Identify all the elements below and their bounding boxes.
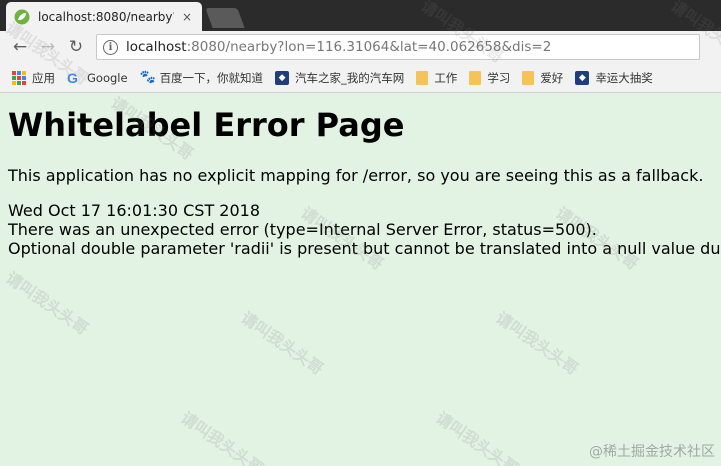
tab-title: localhost:8080/nearby? [38,9,174,24]
folder-icon [469,70,482,85]
bookmark-baidu[interactable]: 🐾 百度一下，你就知道 [140,70,264,86]
bookmark-apps[interactable]: 应用 [12,70,55,86]
watermark: 请叫我头头哥 [237,307,327,379]
forward-button[interactable]: → [34,33,62,61]
url-text[interactable]: localhost:8080/nearby?lon=116.31064&lat=… [126,39,551,55]
bookmark-label: Google [87,70,128,85]
back-button[interactable]: ← [6,33,34,61]
error-message: There was an unexpected error (type=Inte… [8,220,597,239]
bookmark-autohome[interactable]: ◆ 汽车之家_我的汽车网 [275,70,404,86]
browser-tab[interactable]: localhost:8080/nearby? × [6,2,202,31]
watermark: 请叫我头头哥 [432,407,522,466]
corner-watermark: @稀土掘金技术社区 [589,444,715,460]
autohome-icon: ◆ [275,70,290,85]
error-explanation: This application has no explicit mapping… [8,166,704,185]
bookmark-lucky-draw[interactable]: ◆ 幸运大抽奖 [575,70,653,86]
page-title: Whitelabel Error Page [8,106,405,144]
address-bar[interactable]: i localhost:8080/nearby?lon=116.31064&la… [96,34,700,60]
site-info-icon[interactable]: i [103,39,118,55]
page-content: Whitelabel Error Page This application h… [0,106,721,258]
browser-toolbar: ← → ↻ i localhost:8080/nearby?lon=116.31… [0,31,721,63]
bookmark-label: 汽车之家_我的汽车网 [295,70,405,85]
bookmarks-bar: 应用 G Google 🐾 百度一下，你就知道 ◆ 汽车之家_我的汽车网 工作 … [0,63,721,93]
url-host: localhost [126,39,187,55]
error-timestamp: Wed Oct 17 16:01:30 CST 2018 [8,201,261,220]
bookmark-google[interactable]: G Google [67,71,128,85]
bookmark-label: 幸运大抽奖 [595,70,653,85]
spring-leaf-icon [14,9,30,25]
tab-strip: localhost:8080/nearby? × [0,0,721,31]
bookmark-label: 百度一下，你就知道 [159,70,264,85]
bookmark-folder-hobby[interactable]: 爱好 [522,70,563,86]
url-path: :8080/nearby?lon=116.31064&lat=40.062658… [186,39,552,55]
baidu-paw-icon: 🐾 [139,69,156,85]
folder-icon [522,70,535,85]
bookmark-label: 工作 [434,70,458,85]
watermark: 请叫我头头哥 [2,267,92,339]
watermark: 请叫我头头哥 [492,307,582,379]
apps-icon [12,70,26,85]
error-details: Wed Oct 17 16:01:30 CST 2018 There was a… [8,201,721,258]
google-icon: G [67,69,78,86]
bookmark-label: 爱好 [540,70,564,85]
watermark: 请叫我头头哥 [177,407,267,466]
bookmark-folder-study[interactable]: 学习 [469,70,510,86]
bookmark-folder-work[interactable]: 工作 [416,70,457,86]
reload-button[interactable]: ↻ [62,33,90,61]
folder-icon [416,70,429,85]
new-tab-button[interactable] [205,8,245,28]
site-icon: ◆ [575,70,590,85]
bookmark-label: 学习 [487,70,511,85]
error-detail: Optional double parameter 'radii' is pre… [8,239,721,258]
tab-close-icon[interactable]: × [180,10,194,24]
bookmark-label: 应用 [32,70,55,85]
